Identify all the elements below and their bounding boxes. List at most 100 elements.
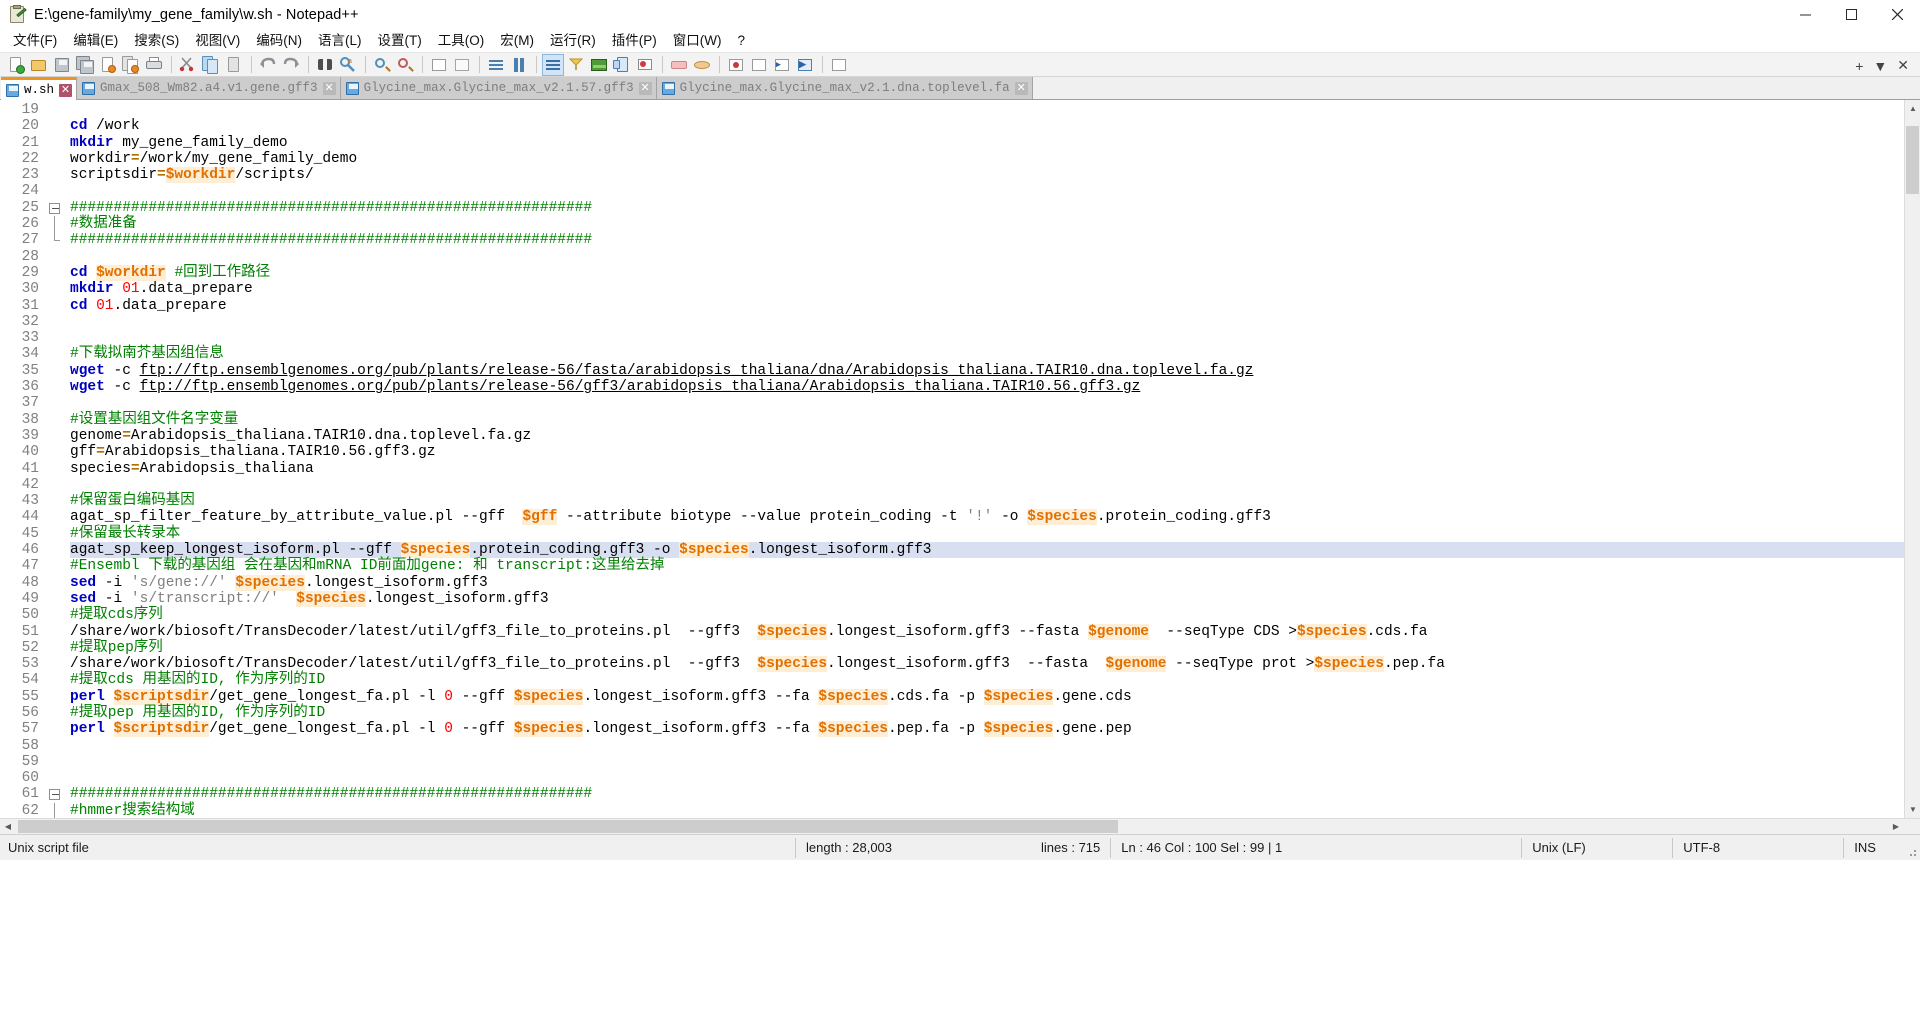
code-line[interactable]: gff=Arabidopsis_thaliana.TAIR10.56.gff3.… bbox=[70, 444, 1920, 460]
code-text-area[interactable]: cd /work mkdir my_gene_family_demo workdir… bbox=[62, 100, 1920, 818]
find-icon[interactable] bbox=[314, 54, 336, 76]
code-line[interactable]: cd 01.data_prepare bbox=[70, 298, 1920, 314]
code-line[interactable]: species=Arabidopsis_thaliana bbox=[70, 461, 1920, 477]
undo-icon[interactable] bbox=[257, 54, 279, 76]
record-macro-icon[interactable] bbox=[668, 54, 690, 76]
print-icon[interactable] bbox=[143, 54, 165, 76]
code-line[interactable]: mkdir 01.data_prepare bbox=[70, 281, 1920, 297]
code-line[interactable] bbox=[70, 395, 1920, 411]
sync-vertical-icon[interactable] bbox=[428, 54, 450, 76]
menu-view[interactable]: 视图(V) bbox=[187, 30, 248, 51]
cut-icon[interactable] bbox=[177, 54, 199, 76]
code-line[interactable]: #设置基因组文件名字变量 bbox=[70, 412, 1920, 428]
code-line[interactable] bbox=[70, 770, 1920, 786]
menu-language[interactable]: 语言(L) bbox=[310, 30, 370, 51]
save-macro-icon[interactable]: ▸ bbox=[771, 54, 793, 76]
code-line[interactable]: perl $scriptsdir/get_gene_longest_fa.pl … bbox=[70, 721, 1920, 738]
menu-macro[interactable]: 宏(M) bbox=[492, 30, 542, 51]
close-tab-button[interactable]: ✕ bbox=[1892, 57, 1914, 74]
vertical-scrollbar[interactable]: ▲ ▼ bbox=[1904, 100, 1920, 818]
code-line[interactable]: wget -c ftp://ftp.ensemblgenomes.org/pub… bbox=[70, 363, 1920, 379]
menu-file[interactable]: 文件(F) bbox=[5, 30, 65, 51]
code-line[interactable]: #Ensembl 下载的基因组 会在基因和mRNA ID前面加gene: 和 t… bbox=[70, 558, 1920, 574]
code-line[interactable] bbox=[70, 754, 1920, 770]
playback-macro-icon[interactable] bbox=[725, 54, 747, 76]
close-button[interactable] bbox=[1874, 0, 1920, 29]
scroll-left-icon[interactable]: ◀ bbox=[0, 819, 16, 834]
tab-glycine-dna-toplevel-fa[interactable]: Glycine_max.Glycine_max_v2.1.dna.topleve… bbox=[656, 77, 1033, 99]
open-file-icon[interactable] bbox=[28, 54, 50, 76]
zoom-out-icon[interactable] bbox=[394, 54, 416, 76]
menu-window[interactable]: 窗口(W) bbox=[665, 30, 730, 51]
tab-close-icon[interactable]: ✕ bbox=[1014, 81, 1028, 95]
run-macro-multiple-icon[interactable] bbox=[748, 54, 770, 76]
tab-list-chevron-icon[interactable]: ▼ bbox=[1868, 58, 1892, 74]
document-map-icon[interactable] bbox=[611, 54, 633, 76]
code-line[interactable]: #提取pep序列 bbox=[70, 640, 1920, 656]
code-line[interactable]: cd $workdir #回到工作路径 bbox=[70, 264, 1920, 281]
replace-icon[interactable]: a bbox=[337, 54, 359, 76]
tab-close-icon[interactable]: ✕ bbox=[59, 83, 73, 97]
menu-search[interactable]: 搜索(S) bbox=[126, 30, 187, 51]
menu-help[interactable]: ? bbox=[729, 30, 753, 51]
show-whitespace-icon[interactable] bbox=[508, 54, 530, 76]
new-file-icon[interactable] bbox=[5, 54, 27, 76]
close-file-icon[interactable] bbox=[97, 54, 119, 76]
fold-marker[interactable] bbox=[47, 786, 62, 802]
paste-icon[interactable] bbox=[223, 54, 245, 76]
tab-w-sh[interactable]: w.sh ✕ bbox=[1, 77, 78, 100]
vertical-scroll-thumb[interactable] bbox=[1906, 126, 1919, 194]
word-wrap-icon[interactable] bbox=[485, 54, 507, 76]
sync-horizontal-icon[interactable] bbox=[451, 54, 473, 76]
code-line[interactable]: genome=Arabidopsis_thaliana.TAIR10.dna.t… bbox=[70, 428, 1920, 444]
code-line[interactable]: #提取cds 用基因的ID, 作为序列的ID bbox=[70, 672, 1920, 688]
new-tab-button[interactable]: + bbox=[1850, 58, 1868, 74]
preferences-icon[interactable] bbox=[828, 54, 850, 76]
code-line[interactable] bbox=[70, 102, 1920, 118]
save-icon[interactable] bbox=[51, 54, 73, 76]
menu-settings[interactable]: 设置(T) bbox=[370, 30, 430, 51]
user-language-icon[interactable] bbox=[588, 54, 610, 76]
redo-icon[interactable] bbox=[280, 54, 302, 76]
stop-macro-icon[interactable] bbox=[691, 54, 713, 76]
menu-plugins[interactable]: 插件(P) bbox=[604, 30, 665, 51]
code-line[interactable] bbox=[70, 249, 1920, 265]
code-line[interactable]: #提取cds序列 bbox=[70, 607, 1920, 623]
code-line[interactable]: agat_sp_filter_feature_by_attribute_valu… bbox=[70, 509, 1920, 526]
resize-grip[interactable] bbox=[1905, 845, 1917, 857]
code-line-selected[interactable]: agat_sp_keep_longest_isoform.pl --gff $s… bbox=[70, 542, 1920, 559]
code-line[interactable]: sed -i 's/transcript://' $species.longes… bbox=[70, 590, 1920, 607]
code-line[interactable]: perl $scriptsdir/get_gene_longest_fa.pl … bbox=[70, 688, 1920, 705]
code-line[interactable]: ########################################… bbox=[70, 786, 1920, 802]
code-line[interactable] bbox=[70, 183, 1920, 199]
code-line[interactable]: workdir=/work/my_gene_family_demo bbox=[70, 151, 1920, 167]
code-line[interactable] bbox=[70, 738, 1920, 754]
tab-glycine-57-gff3[interactable]: Glycine_max.Glycine_max_v2.1.57.gff3 ✕ bbox=[340, 77, 657, 99]
code-line[interactable]: #数据准备 bbox=[70, 216, 1920, 232]
code-line[interactable]: scriptsdir=$workdir/scripts/ bbox=[70, 167, 1920, 184]
code-line[interactable]: wget -c ftp://ftp.ensemblgenomes.org/pub… bbox=[70, 379, 1920, 395]
menu-run[interactable]: 运行(R) bbox=[542, 30, 604, 51]
code-line[interactable]: #保留蛋白编码基因 bbox=[70, 493, 1920, 509]
code-line[interactable]: #下载拟南芥基因组信息 bbox=[70, 346, 1920, 362]
code-line[interactable]: ########################################… bbox=[70, 232, 1920, 248]
menu-tools[interactable]: 工具(O) bbox=[430, 30, 493, 51]
code-line[interactable]: #hmmer搜索结构域 bbox=[70, 803, 1920, 818]
scroll-up-icon[interactable]: ▲ bbox=[1905, 100, 1920, 117]
code-line[interactable] bbox=[70, 330, 1920, 346]
code-line[interactable]: #提取pep 用基因的ID, 作为序列的ID bbox=[70, 705, 1920, 721]
close-all-icon[interactable] bbox=[120, 54, 142, 76]
menu-edit[interactable]: 编辑(E) bbox=[65, 30, 126, 51]
code-line[interactable]: #保留最长转录本 bbox=[70, 526, 1920, 542]
minimize-button[interactable] bbox=[1782, 0, 1828, 29]
copy-icon[interactable] bbox=[200, 54, 222, 76]
code-folding-margin[interactable] bbox=[46, 100, 62, 818]
editor-area[interactable]: 19 20 21 22 23 24 25 26 27 28 29 30 31 32 33 34 35 36 37 38… bbox=[0, 100, 1920, 818]
code-line[interactable]: /share/work/biosoft/TransDecoder/latest/… bbox=[70, 656, 1920, 673]
code-line[interactable] bbox=[70, 477, 1920, 493]
scroll-right-icon[interactable]: ▶ bbox=[1888, 819, 1904, 834]
tab-close-icon[interactable]: ✕ bbox=[638, 81, 652, 95]
function-list-icon[interactable] bbox=[634, 54, 656, 76]
zoom-in-icon[interactable] bbox=[371, 54, 393, 76]
horizontal-scrollbar[interactable]: ◀ ▶ bbox=[0, 818, 1920, 834]
